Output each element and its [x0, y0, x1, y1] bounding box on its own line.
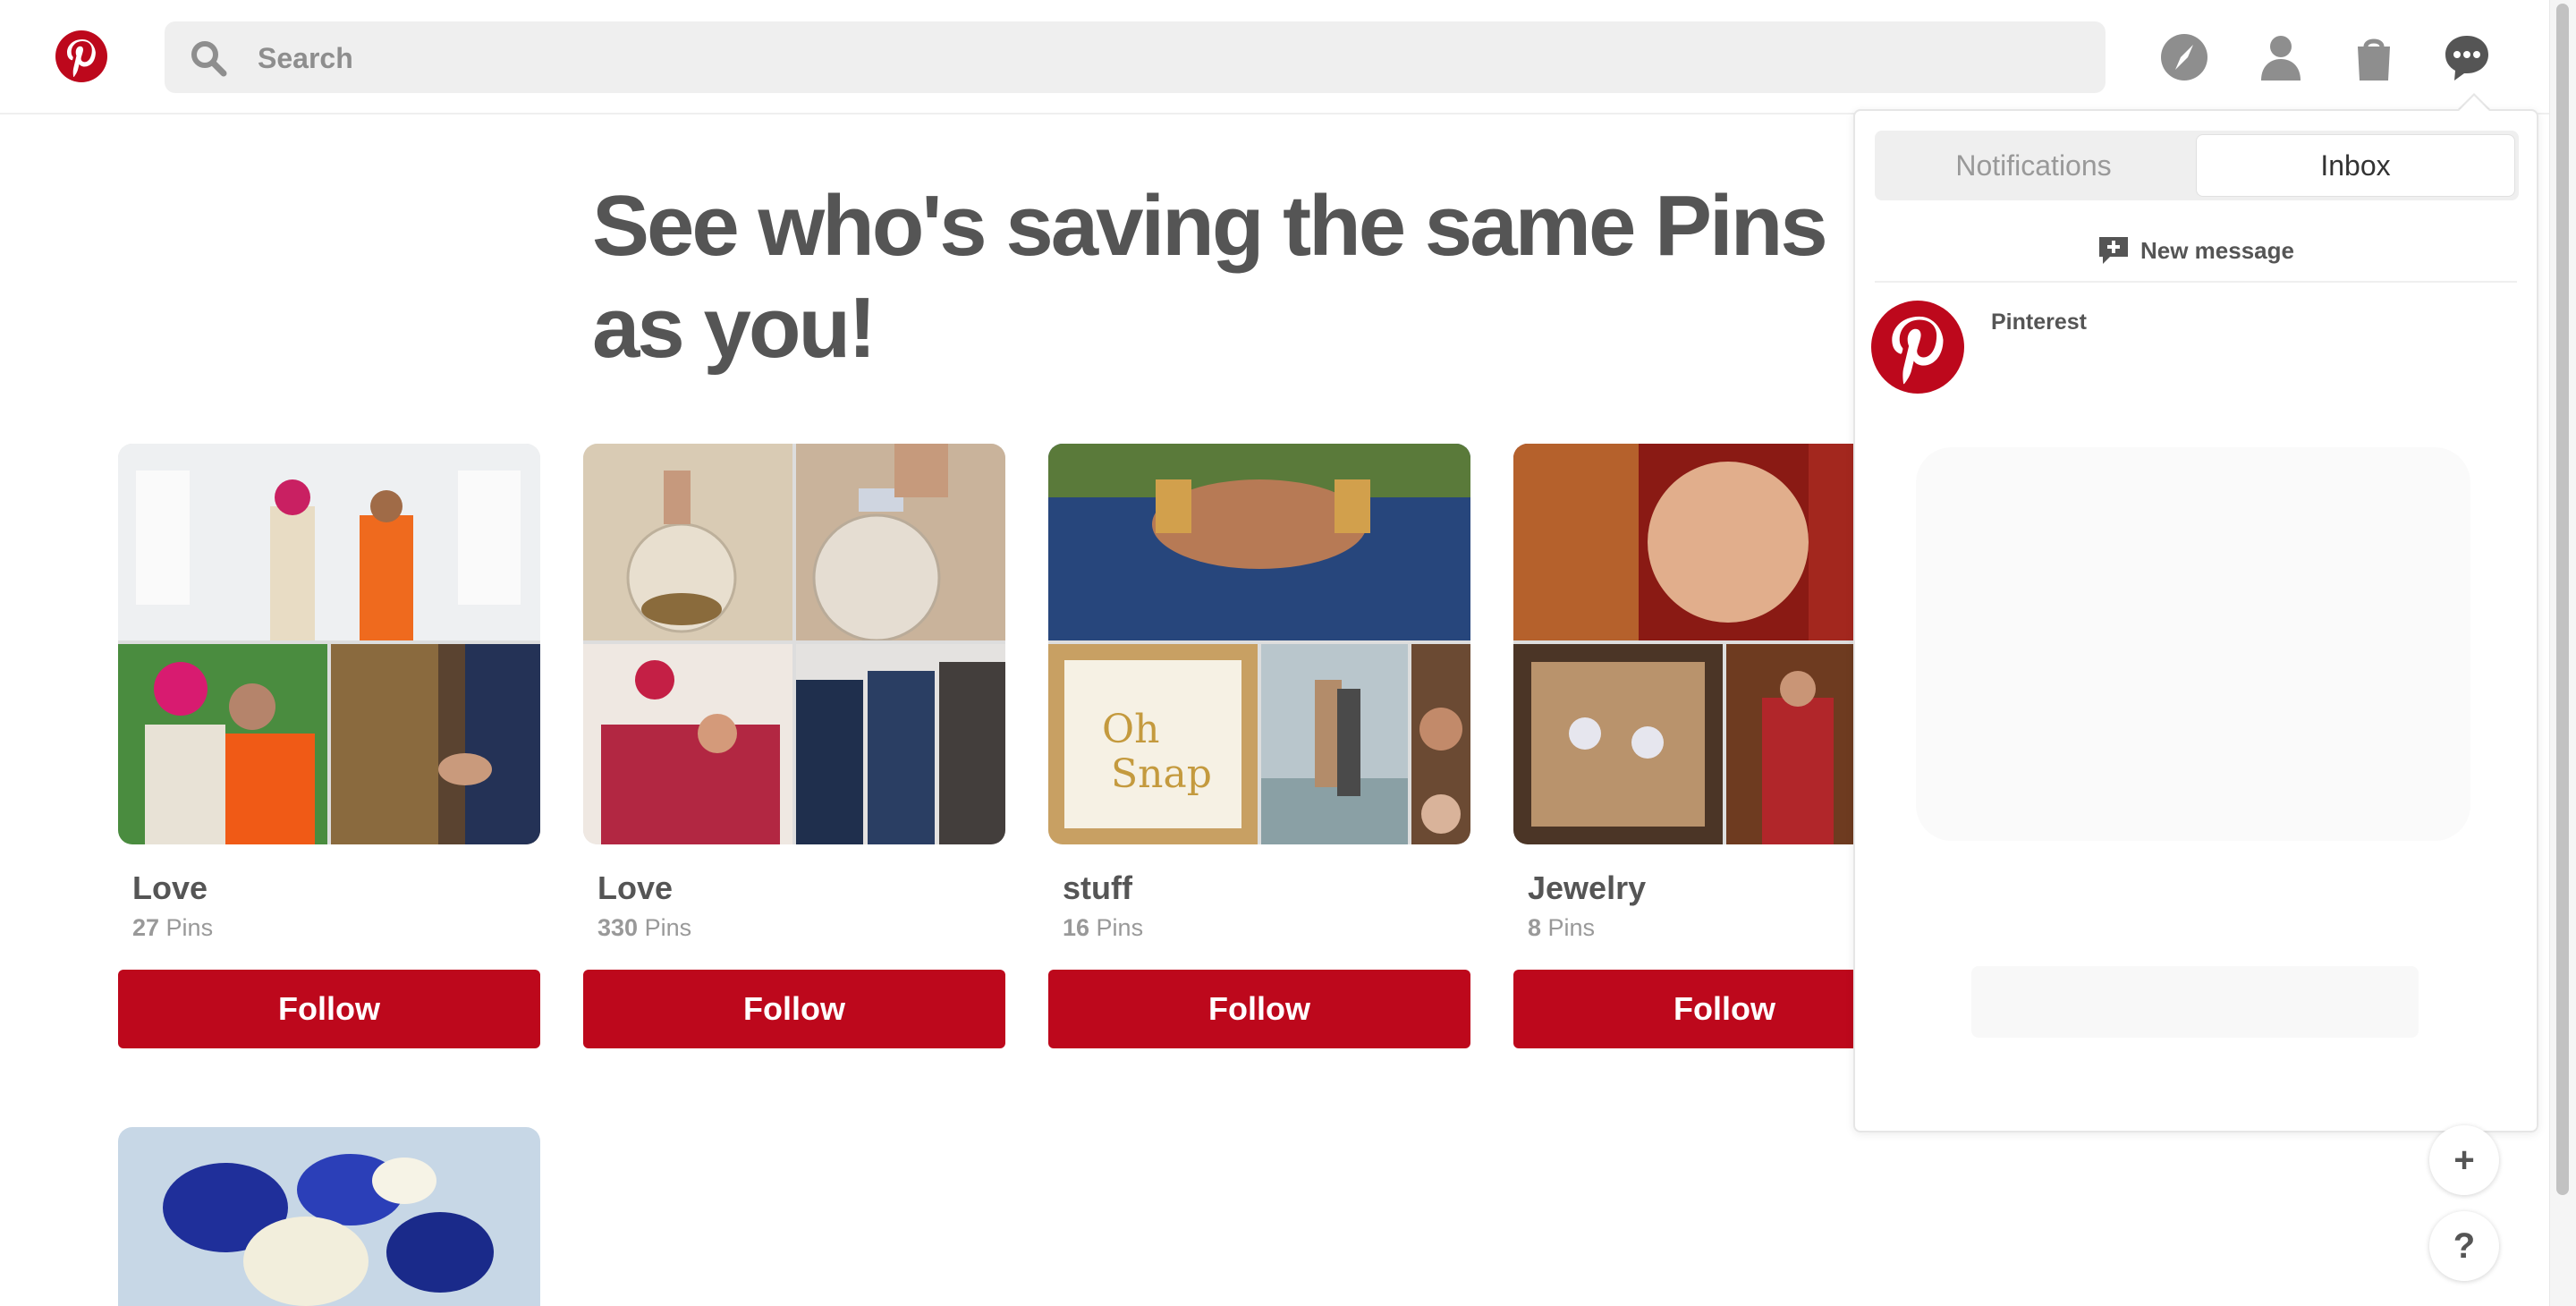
board-cover-image	[1513, 644, 1723, 844]
follow-button[interactable]: Follow	[118, 970, 540, 1048]
follow-button[interactable]: Follow	[1048, 970, 1470, 1048]
new-message-icon	[2099, 237, 2128, 264]
board-cover-mosaic[interactable]	[118, 444, 540, 844]
board-cover-image	[1411, 644, 1470, 844]
board-cover-image[interactable]	[118, 1127, 540, 1306]
pinterest-logo-icon[interactable]	[55, 30, 107, 82]
empty-state-placeholder	[1971, 966, 2419, 1038]
new-message-label: New message	[2140, 236, 2294, 264]
top-nav-bar	[0, 0, 2549, 114]
shopping-bag-icon[interactable]	[2349, 32, 2399, 82]
board-cover-image	[118, 444, 540, 640]
flyout-tabs: Notifications Inbox	[1875, 131, 2519, 200]
board-cover-mosaic[interactable]: Oh Snap	[1048, 444, 1470, 844]
board-pin-count: 8 Pins	[1528, 914, 1596, 941]
svg-text:Oh: Oh	[1102, 707, 1159, 752]
board-card[interactable]: Love 27 Pins Follow	[118, 444, 540, 1048]
board-cover-image: Oh Snap	[1048, 644, 1258, 844]
board-cover-image	[796, 644, 1005, 844]
board-cover-mosaic[interactable]	[583, 444, 1005, 844]
explore-compass-icon[interactable]	[2159, 32, 2209, 82]
search-icon	[191, 41, 227, 77]
empty-state-illustration	[1916, 447, 2470, 841]
conversation-item[interactable]: Pinterest	[1871, 297, 2515, 397]
board-card[interactable]: Love 330 Pins Follow	[583, 444, 1005, 1048]
inbox-flyout: Notifications Inbox New message Pinteres…	[1853, 109, 2538, 1132]
tab-inbox[interactable]: Inbox	[2196, 134, 2515, 197]
board-card[interactable]: Oh Snap stuff 16 Pins Follow	[1048, 444, 1470, 1048]
board-name[interactable]: Love	[132, 869, 208, 907]
search-input[interactable]	[256, 21, 2084, 95]
board-name[interactable]: stuff	[1063, 869, 1132, 907]
messages-icon[interactable]	[2442, 32, 2492, 82]
board-cover-image	[1048, 444, 1470, 640]
board-cover-image	[583, 444, 792, 640]
scrollbar-thumb[interactable]	[2556, 4, 2569, 1195]
board-cover-image	[331, 644, 540, 844]
page-scrollbar[interactable]	[2549, 0, 2576, 1306]
add-pin-button[interactable]: +	[2429, 1125, 2499, 1195]
board-cover-image	[118, 644, 327, 844]
tab-notifications[interactable]: Notifications	[1875, 131, 2192, 200]
profile-icon[interactable]	[2256, 32, 2306, 82]
follow-button[interactable]: Follow	[583, 970, 1005, 1048]
help-button[interactable]: ?	[2429, 1211, 2499, 1281]
board-pin-count: 16 Pins	[1063, 914, 1144, 941]
flyout-divider	[1875, 281, 2517, 283]
search-bar[interactable]	[165, 21, 2106, 95]
board-name[interactable]: Love	[597, 869, 673, 907]
board-cover-image	[1261, 644, 1408, 844]
board-cover-image	[796, 444, 1005, 640]
flyout-caret-inner	[2458, 96, 2490, 112]
board-pin-count: 330 Pins	[597, 914, 692, 941]
page-title: See who's saving the same Pins as you!	[592, 178, 1828, 376]
svg-text:Snap: Snap	[1111, 751, 1212, 797]
new-message-button[interactable]: New message	[1855, 227, 2537, 274]
board-cover-image	[583, 644, 792, 844]
board-pin-count: 27 Pins	[132, 914, 214, 941]
pinterest-avatar-icon	[1871, 301, 1964, 394]
conversation-name: Pinterest	[1991, 310, 2087, 335]
board-name[interactable]: Jewelry	[1528, 869, 1646, 907]
